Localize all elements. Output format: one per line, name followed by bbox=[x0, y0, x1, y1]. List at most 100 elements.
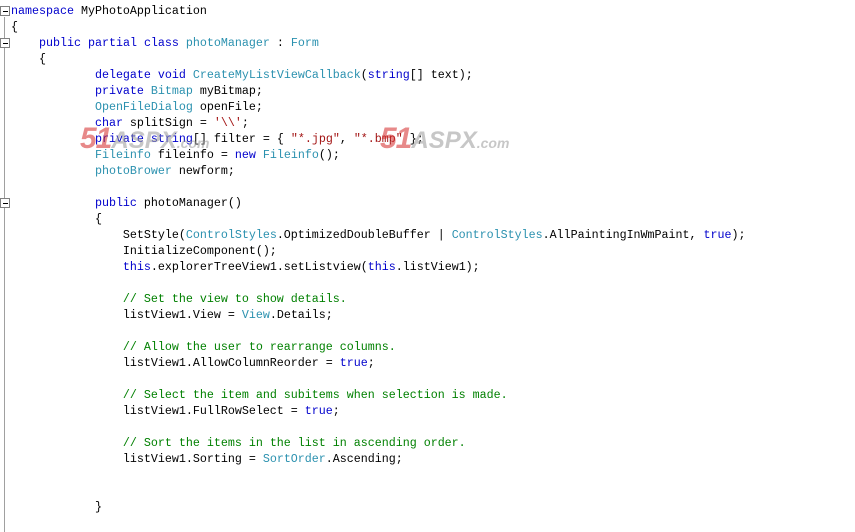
code-line: // Allow the user to rearrange columns. bbox=[11, 339, 746, 355]
collapse-namespace-icon[interactable] bbox=[0, 6, 10, 16]
code-token: { bbox=[11, 52, 46, 66]
code-token: MyPhotoApplication bbox=[73, 4, 207, 18]
code-token: InitializeComponent(); bbox=[11, 244, 277, 258]
code-line: listView1.View = View.Details; bbox=[11, 307, 746, 323]
code-token: // Select the item and subitems when sel… bbox=[122, 388, 508, 402]
code-token: true bbox=[304, 404, 333, 418]
code-token: this bbox=[367, 260, 396, 274]
code-line: char splitSign = '\\'; bbox=[11, 115, 746, 131]
code-line: // Select the item and subitems when sel… bbox=[11, 387, 746, 403]
code-token: "*.bmp" bbox=[353, 132, 403, 146]
code-token: myBitmap; bbox=[192, 84, 263, 98]
code-token: public bbox=[38, 36, 81, 50]
code-line: SetStyle(ControlStyles.OptimizedDoubleBu… bbox=[11, 227, 746, 243]
code-token: listView1.View = bbox=[11, 308, 242, 322]
code-token: View bbox=[241, 308, 270, 322]
code-editor[interactable]: namespace MyPhotoApplication{ public par… bbox=[11, 3, 746, 515]
code-token: photoManager() bbox=[136, 196, 242, 210]
code-token: class bbox=[143, 36, 179, 50]
code-token: ; bbox=[241, 116, 249, 130]
code-token: }; bbox=[402, 132, 424, 146]
code-token: SortOrder bbox=[262, 452, 326, 466]
code-token: splitSign = bbox=[122, 116, 214, 130]
outline-guide-line bbox=[4, 17, 5, 532]
code-token: private bbox=[94, 132, 144, 146]
code-token: .Ascending; bbox=[325, 452, 403, 466]
code-token: CreateMyListViewCallback bbox=[192, 68, 361, 82]
code-token: namespace bbox=[11, 4, 74, 18]
code-line: namespace MyPhotoApplication bbox=[11, 3, 746, 19]
code-line: listView1.FullRowSelect = true; bbox=[11, 403, 746, 419]
code-line: public photoManager() bbox=[11, 195, 746, 211]
code-line: delegate void CreateMyListViewCallback(s… bbox=[11, 67, 746, 83]
code-token: ); bbox=[731, 228, 746, 242]
code-token: .Details; bbox=[269, 308, 333, 322]
code-line: listView1.AllowColumnReorder = true; bbox=[11, 355, 746, 371]
code-token: Fileinfo bbox=[94, 148, 151, 162]
code-token: , bbox=[339, 132, 354, 146]
code-token: delegate bbox=[94, 68, 151, 82]
code-token: newform; bbox=[171, 164, 235, 178]
code-token: ControlStyles bbox=[451, 228, 543, 242]
code-token: OpenFileDialog bbox=[94, 100, 193, 114]
collapse-class-icon[interactable] bbox=[0, 38, 10, 48]
code-token: string bbox=[367, 68, 410, 82]
code-token: partial bbox=[87, 36, 137, 50]
code-token: '\\' bbox=[213, 116, 242, 130]
code-line: { bbox=[11, 211, 746, 227]
code-token: listView1.FullRowSelect = bbox=[11, 404, 305, 418]
code-token: : bbox=[269, 36, 291, 50]
code-token: listView1.AllowColumnReorder = bbox=[11, 356, 340, 370]
editor-gutter bbox=[0, 0, 11, 532]
collapse-constructor-icon[interactable] bbox=[0, 198, 10, 208]
code-token: ; bbox=[332, 404, 340, 418]
code-token: { bbox=[11, 20, 18, 34]
code-token: listView1.Sorting = bbox=[11, 452, 263, 466]
code-token: fileinfo = bbox=[150, 148, 235, 162]
code-token: ; bbox=[367, 356, 375, 370]
code-token: photoBrower bbox=[94, 164, 172, 178]
code-token: ( bbox=[360, 68, 368, 82]
code-token: { bbox=[11, 212, 102, 226]
code-token: SetStyle( bbox=[11, 228, 186, 242]
code-token: // Sort the items in the list in ascendi… bbox=[122, 436, 466, 450]
code-token: // Set the view to show details. bbox=[122, 292, 347, 306]
code-token: Form bbox=[290, 36, 319, 50]
code-line: private Bitmap myBitmap; bbox=[11, 83, 746, 99]
code-line: Fileinfo fileinfo = new Fileinfo(); bbox=[11, 147, 746, 163]
code-token: string bbox=[150, 132, 193, 146]
code-line: { bbox=[11, 51, 746, 67]
code-token: photoManager bbox=[185, 36, 270, 50]
code-line: private string[] filter = { "*.jpg", "*.… bbox=[11, 131, 746, 147]
code-token: new bbox=[234, 148, 256, 162]
code-line: listView1.Sorting = SortOrder.Ascending; bbox=[11, 451, 746, 467]
code-token: this bbox=[122, 260, 151, 274]
code-token: .explorerTreeView1.setListview( bbox=[150, 260, 368, 274]
code-token: Bitmap bbox=[150, 84, 193, 98]
code-token: .listView1); bbox=[395, 260, 480, 274]
code-token: [] filter = { bbox=[192, 132, 291, 146]
code-token: Fileinfo bbox=[262, 148, 319, 162]
